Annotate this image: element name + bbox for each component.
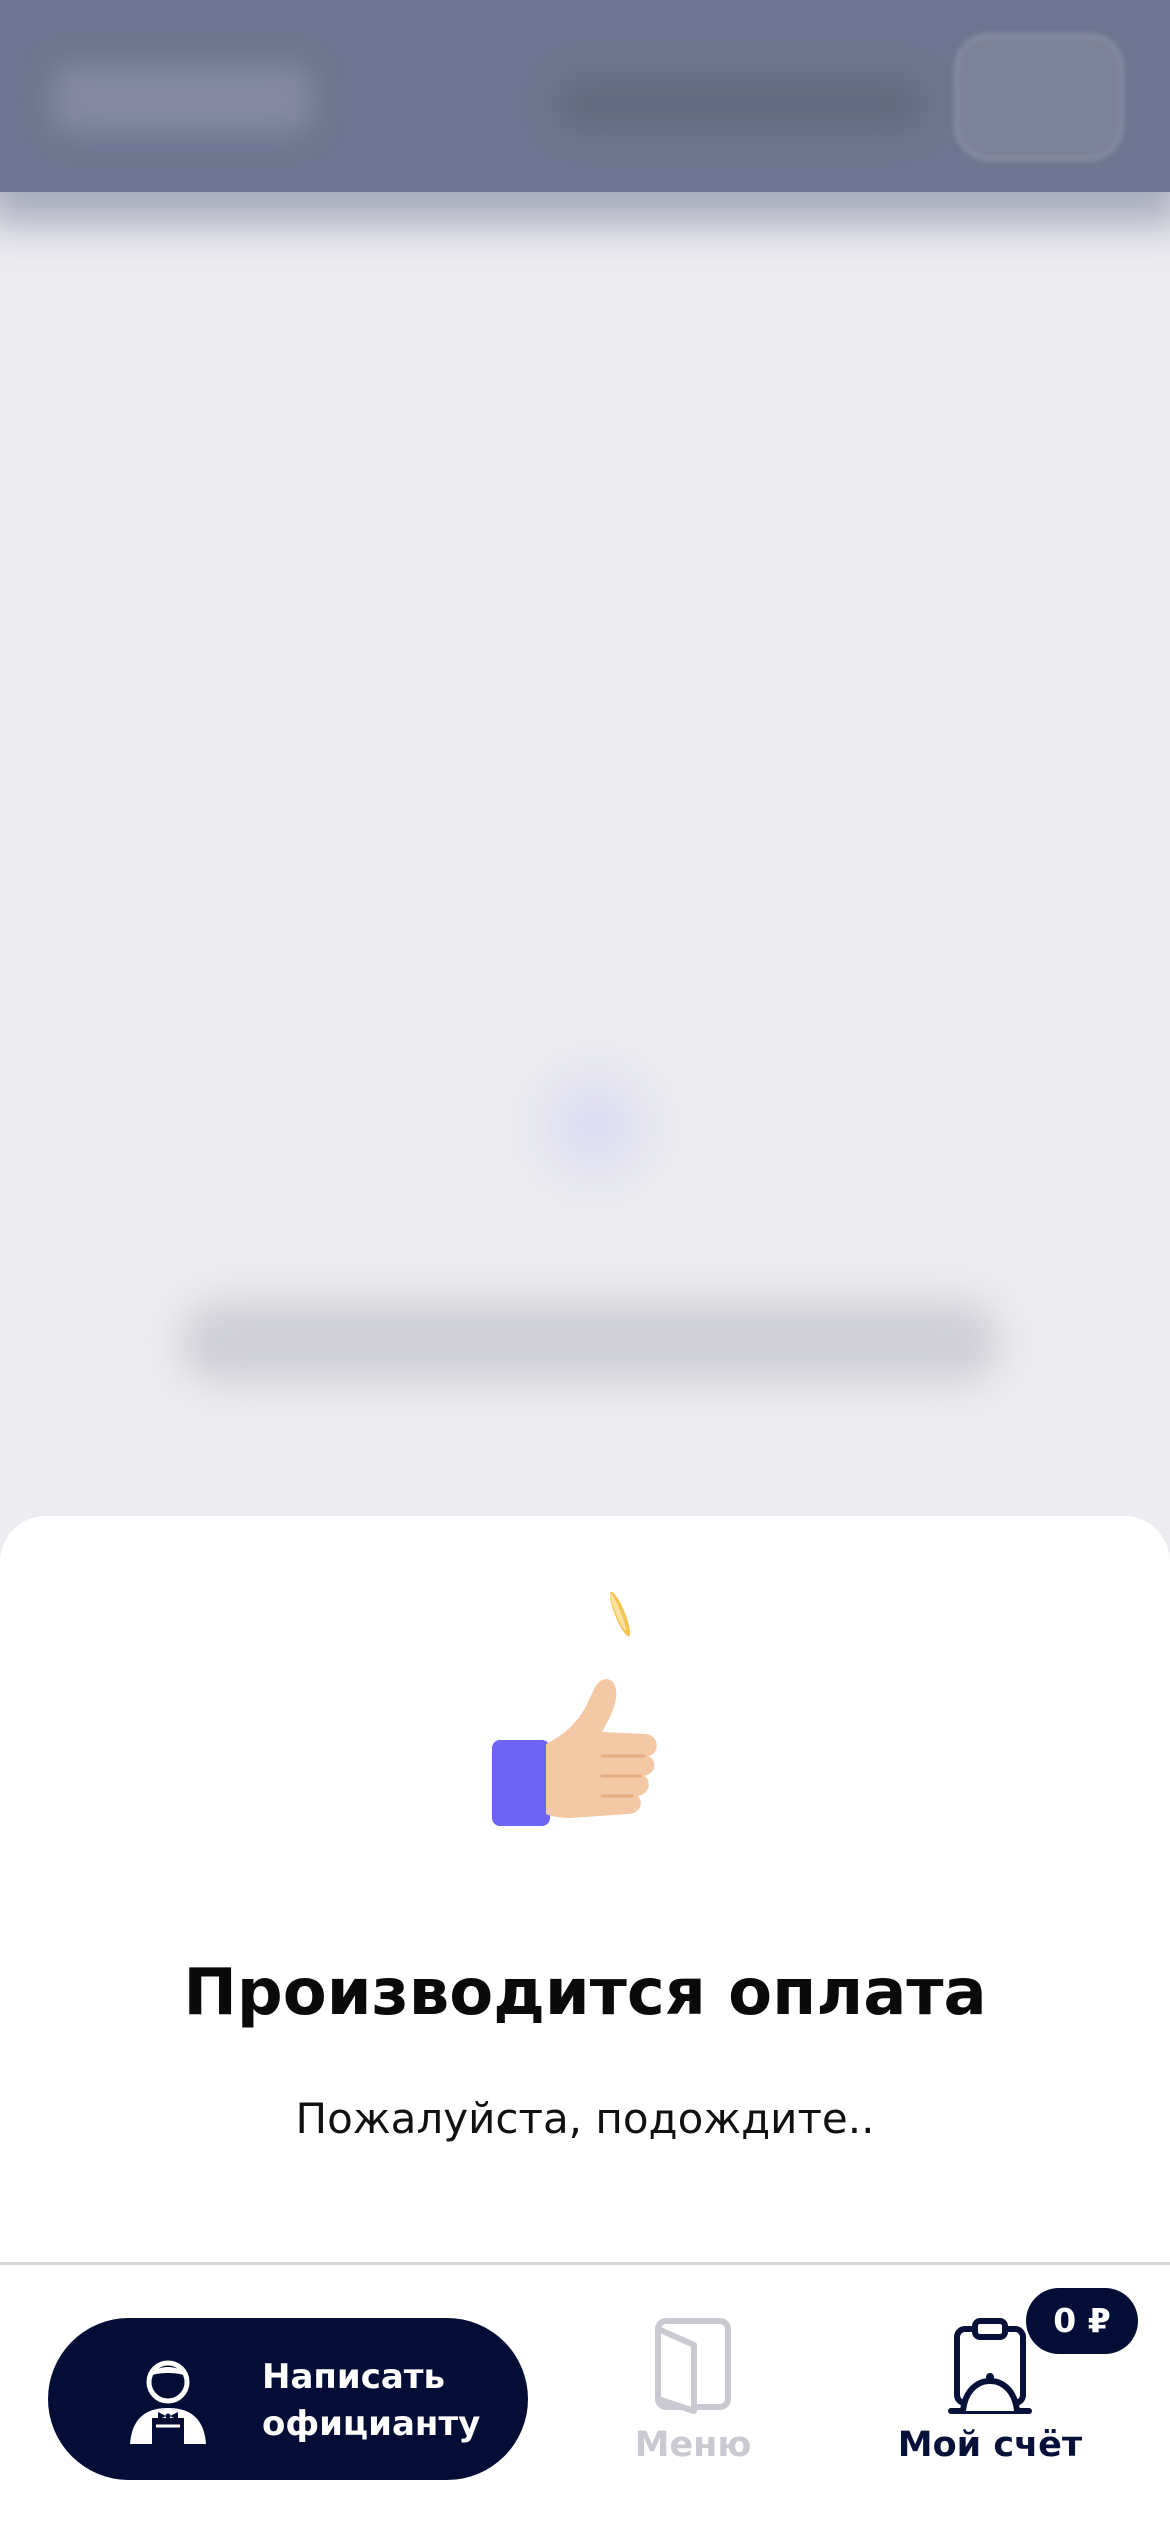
blurred-header-title (560, 80, 920, 126)
blurred-loading-indicator (510, 1040, 680, 1210)
blurred-header-button (955, 34, 1123, 160)
payment-title: Производится оплата (183, 1956, 987, 2030)
call-waiter-button[interactable]: Написать официанту (48, 2318, 528, 2480)
waiter-icon (130, 2360, 206, 2444)
thumbs-up-coin-icon (492, 1591, 657, 1826)
nav-tab-my-bill-label: Мой счёт (897, 2425, 1083, 2465)
call-waiter-label: Написать официанту (262, 2357, 481, 2444)
cloche-clipboard-icon (948, 2318, 1032, 2414)
menu-book-icon (655, 2318, 731, 2414)
nav-tab-menu-label: Меню (634, 2425, 752, 2465)
nav-tab-menu[interactable]: Меню (600, 2315, 786, 2465)
payment-subtitle: Пожалуйста, подождите.. (295, 2094, 875, 2143)
blurred-logo (52, 66, 312, 132)
bottom-navigation: Написать официанту Меню Мой счёт 0 ₽ (0, 2265, 1170, 2532)
blurred-status-text (180, 1300, 1000, 1384)
blurred-header (0, 0, 1170, 192)
bill-total-badge: 0 ₽ (1026, 2288, 1138, 2354)
payment-screen: Производится оплата Пожалуйста, подождит… (0, 0, 1170, 2532)
